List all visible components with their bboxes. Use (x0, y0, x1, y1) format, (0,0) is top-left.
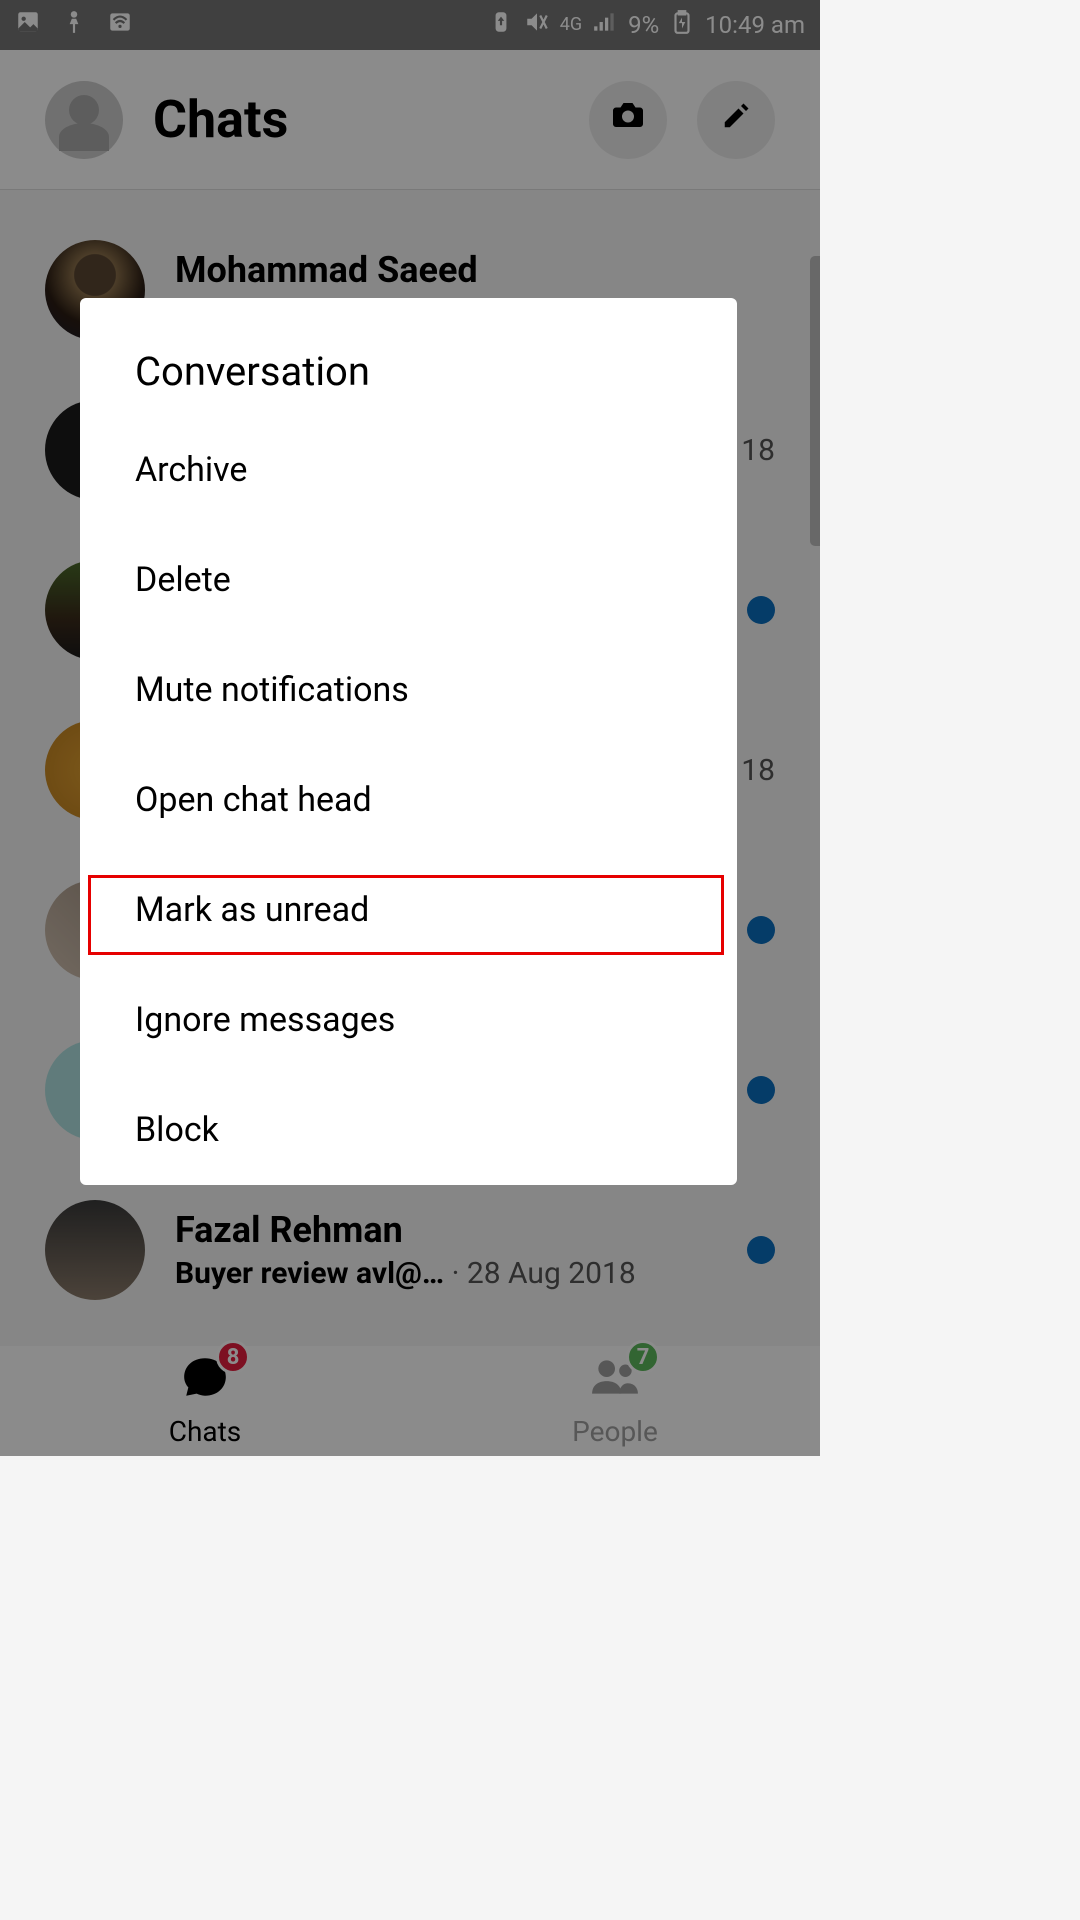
conversation-menu: Conversation Archive Delete Mute notific… (80, 298, 737, 1185)
menu-delete[interactable]: Delete (80, 525, 737, 635)
menu-open-chat-head[interactable]: Open chat head (80, 745, 737, 855)
menu-mute-notifications[interactable]: Mute notifications (80, 635, 737, 745)
menu-archive[interactable]: Archive (80, 415, 737, 525)
menu-mark-as-unread[interactable]: Mark as unread (80, 855, 737, 965)
menu-block[interactable]: Block (80, 1075, 737, 1185)
modal-title: Conversation (80, 298, 737, 415)
menu-ignore-messages[interactable]: Ignore messages (80, 965, 737, 1075)
